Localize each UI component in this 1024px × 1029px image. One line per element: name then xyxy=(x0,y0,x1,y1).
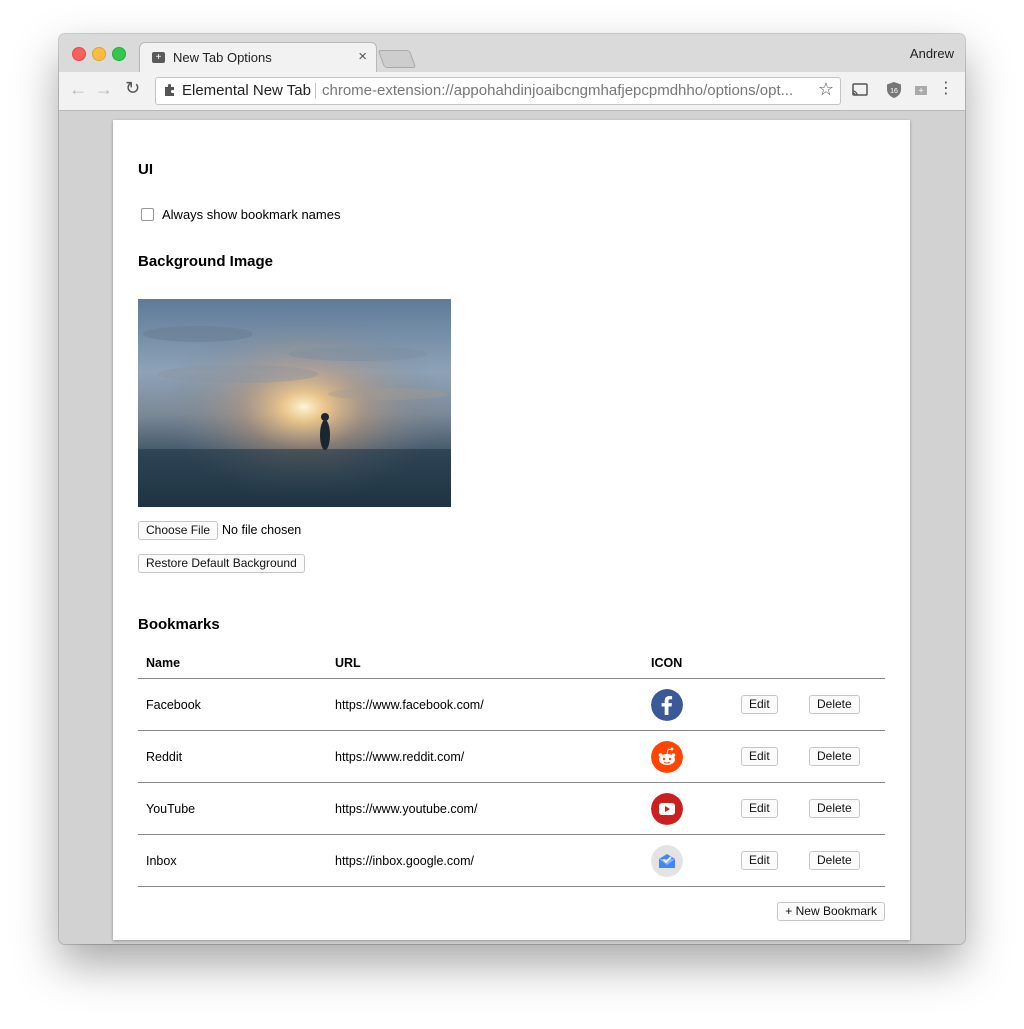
close-window-button[interactable] xyxy=(72,47,86,61)
edit-cell: Edit xyxy=(733,730,801,783)
edit-button[interactable]: Edit xyxy=(741,799,778,818)
column-header-name: Name xyxy=(138,648,327,679)
ui-heading: UI xyxy=(138,161,153,178)
edit-cell: Edit xyxy=(733,678,801,731)
new-bookmark-row: + New Bookmark xyxy=(777,902,885,921)
background-preview-image xyxy=(138,299,451,507)
minimize-window-button[interactable] xyxy=(92,47,106,61)
delete-button[interactable]: Delete xyxy=(809,799,860,818)
column-header-edit xyxy=(733,648,801,679)
table-row: Facebook https://www.facebook.com/ Edit … xyxy=(138,678,885,731)
delete-cell: Delete xyxy=(801,730,885,783)
bookmark-icon-cell xyxy=(643,834,733,887)
edit-button[interactable]: Edit xyxy=(741,747,778,766)
forward-icon[interactable]: → xyxy=(95,79,113,100)
tab-title: New Tab Options xyxy=(173,50,272,65)
bookmark-icon-cell xyxy=(643,678,733,731)
bookmark-name: Facebook xyxy=(138,678,327,731)
reddit-icon xyxy=(651,740,683,773)
youtube-icon xyxy=(651,792,683,825)
delete-cell: Delete xyxy=(801,678,885,731)
options-page: UI Always show bookmark names Background… xyxy=(113,120,910,940)
inbox-icon xyxy=(651,844,683,877)
file-chooser: Choose File No file chosen xyxy=(138,521,301,540)
extension-favicon-icon: + xyxy=(152,52,165,63)
tab-close-icon[interactable]: × xyxy=(358,48,367,65)
bookmarks-heading: Bookmarks xyxy=(138,616,220,633)
tab-new-tab-options[interactable]: + New Tab Options × xyxy=(139,42,377,73)
always-show-names-checkbox[interactable] xyxy=(141,208,154,221)
back-icon[interactable]: ← xyxy=(69,79,87,100)
bookmark-url: https://www.facebook.com/ xyxy=(327,678,643,731)
bookmark-url: https://www.youtube.com/ xyxy=(327,782,643,835)
browser-toolbar: ← → ↻ Elemental New Tab chrome-extension… xyxy=(59,72,965,111)
bookmark-star-icon[interactable]: ☆ xyxy=(818,79,834,100)
table-header-row: Name URL ICON xyxy=(138,648,885,679)
new-bookmark-button[interactable]: + New Bookmark xyxy=(777,902,885,921)
bookmark-icon-cell xyxy=(643,782,733,835)
puzzle-piece-icon xyxy=(165,84,174,96)
column-header-delete xyxy=(801,648,885,679)
table-row: Reddit https://www.reddit.com/ Edit Dele… xyxy=(138,730,885,783)
edit-button[interactable]: Edit xyxy=(741,695,778,714)
bookmarks-table: Name URL ICON Facebook https://www.faceb… xyxy=(138,648,885,887)
extension-icon[interactable]: + xyxy=(912,81,930,99)
bookmark-name: YouTube xyxy=(138,782,327,835)
new-tab-button[interactable] xyxy=(377,50,417,68)
menu-icon[interactable]: ⋮ xyxy=(938,80,954,98)
browser-window: + New Tab Options × Andrew ← → ↻ Element… xyxy=(59,34,965,944)
facebook-icon xyxy=(651,688,683,721)
bookmark-name: Reddit xyxy=(138,730,327,783)
address-separator xyxy=(315,83,316,99)
restore-row: Restore Default Background xyxy=(138,554,305,573)
delete-cell: Delete xyxy=(801,782,885,835)
delete-button[interactable]: Delete xyxy=(809,851,860,870)
choose-file-button[interactable]: Choose File xyxy=(138,521,219,540)
bookmark-url: https://www.reddit.com/ xyxy=(327,730,643,783)
restore-default-background-button[interactable]: Restore Default Background xyxy=(138,554,305,573)
background-heading: Background Image xyxy=(138,253,274,270)
delete-button[interactable]: Delete xyxy=(809,747,860,766)
page-viewport: UI Always show bookmark names Background… xyxy=(59,111,965,944)
bookmark-icon-cell xyxy=(643,730,733,783)
edit-cell: Edit xyxy=(733,834,801,887)
svg-text:16: 16 xyxy=(890,88,898,95)
edit-button[interactable]: Edit xyxy=(741,851,778,870)
extension-name: Elemental New Tab xyxy=(182,82,311,99)
bookmark-name: Inbox xyxy=(138,834,327,887)
svg-text:+: + xyxy=(918,86,923,96)
table-row: Inbox https://inbox.google.com/ Edit Del xyxy=(138,834,885,887)
zoom-window-button[interactable] xyxy=(112,47,126,61)
bookmark-url: https://inbox.google.com/ xyxy=(327,834,643,887)
url-text[interactable]: chrome-extension://appohahdinjoaibcngmha… xyxy=(322,82,806,99)
file-status: No file chosen xyxy=(222,523,302,537)
cast-icon[interactable] xyxy=(851,81,869,99)
shield-icon[interactable]: 16 xyxy=(885,81,903,99)
edit-cell: Edit xyxy=(733,782,801,835)
always-show-names-label: Always show bookmark names xyxy=(162,207,341,222)
profile-name[interactable]: Andrew xyxy=(910,46,954,61)
address-bar[interactable]: Elemental New Tab chrome-extension://app… xyxy=(155,77,841,105)
tab-strip: + New Tab Options × Andrew xyxy=(59,34,965,73)
delete-cell: Delete xyxy=(801,834,885,887)
delete-button[interactable]: Delete xyxy=(809,695,860,714)
reload-icon[interactable]: ↻ xyxy=(125,78,140,99)
always-show-names-option[interactable]: Always show bookmark names xyxy=(141,207,340,222)
table-row: YouTube https://www.youtube.com/ Edit De… xyxy=(138,782,885,835)
column-header-url: URL xyxy=(327,648,643,679)
column-header-icon: ICON xyxy=(643,648,733,679)
